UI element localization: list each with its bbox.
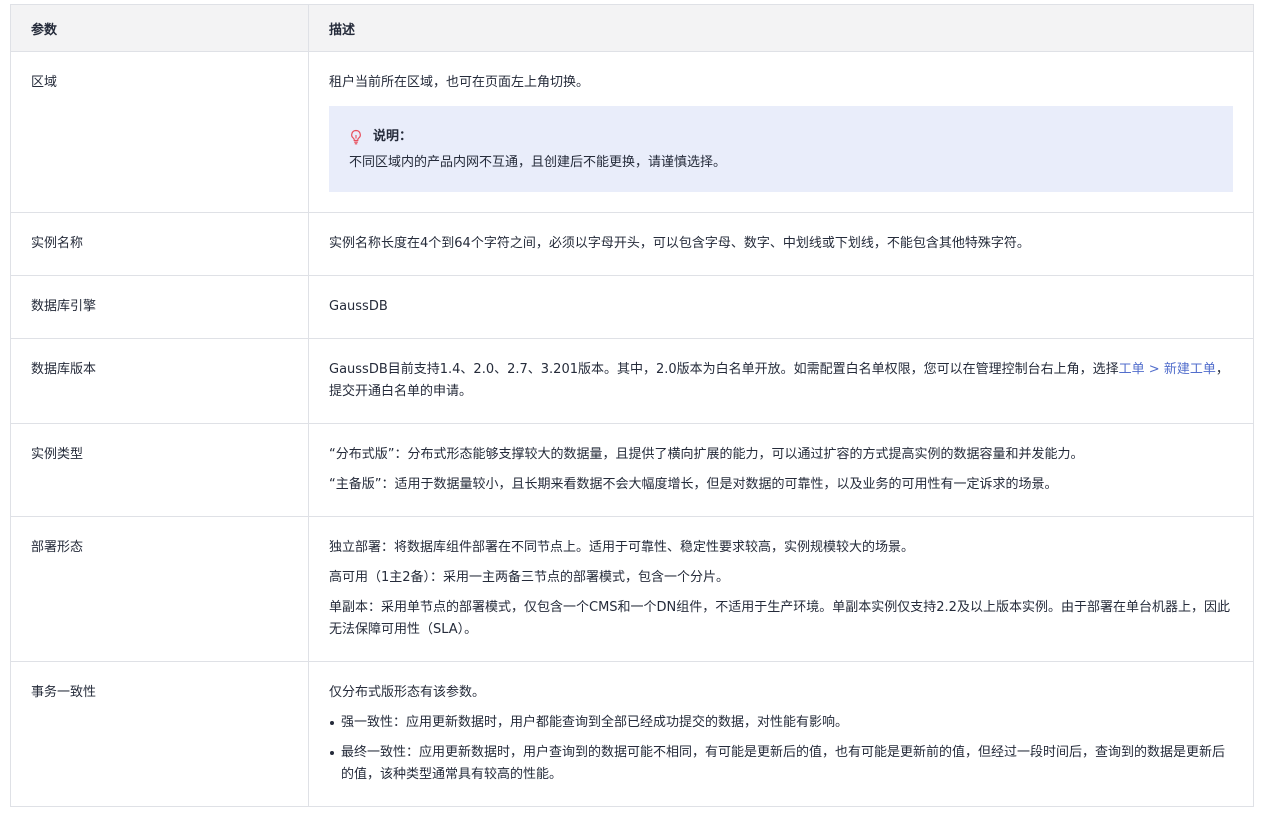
note-text: 不同区域内的产品内网不互通，且创建后不能更换，请谨慎选择。 (349, 155, 727, 170)
param-name: 部署形态 (10, 516, 309, 662)
table-row: 部署形态 独立部署：将数据库组件部署在不同节点上。适用于可靠性、稳定性要求较高，… (10, 516, 1254, 662)
table-row: 区域 租户当前所在区域，也可在页面左上角切换。 说明： 不同区域内的产品内网不互… (10, 51, 1254, 213)
note-box: 说明： 不同区域内的产品内网不互通，且创建后不能更换，请谨慎选择。 (329, 106, 1233, 192)
parameter-table: 参数 描述 区域 租户当前所在区域，也可在页面左上角切换。 说明： 不同区域内的… (10, 4, 1254, 807)
table-row: 数据库版本 GaussDB目前支持1.4、2.0、2.7、3.201版本。其中，… (10, 338, 1254, 424)
param-name: 实例名称 (10, 212, 309, 276)
list-item: 强一致性：应用更新数据时，用户都能查询到全部已经成功提交的数据，对性能有影响。 (329, 712, 1233, 734)
table-row: 实例名称 实例名称长度在4个到64个字符之间，必须以字母开头，可以包含字母、数字… (10, 212, 1254, 276)
lightbulb-icon (351, 129, 361, 145)
desc-intro: 仅分布式版形态有该参数。 (329, 685, 486, 700)
desc-line: 独立部署：将数据库组件部署在不同节点上。适用于可靠性、稳定性要求较高，实例规模较… (329, 540, 915, 555)
ticket-link[interactable]: 工单 > 新建工单 (1119, 362, 1216, 377)
note-title: 说明： (349, 126, 1213, 148)
param-name: 数据库版本 (10, 338, 309, 424)
header-param: 参数 (10, 4, 309, 52)
table-header-row: 参数 描述 (10, 4, 1254, 52)
param-desc: “分布式版”：分布式形态能够支撑较大的数据量，且提供了横向扩展的能力，可以通过扩… (308, 423, 1254, 517)
param-name: 事务一致性 (10, 661, 309, 807)
table-row: 事务一致性 仅分布式版形态有该参数。 强一致性：应用更新数据时，用户都能查询到全… (10, 661, 1254, 807)
param-name: 区域 (10, 51, 309, 213)
list-item: 最终一致性：应用更新数据时，用户查询到的数据可能不相同，有可能是更新后的值，也有… (329, 742, 1233, 786)
table-row: 数据库引擎 GaussDB (10, 275, 1254, 339)
table-row: 实例类型 “分布式版”：分布式形态能够支撑较大的数据量，且提供了横向扩展的能力，… (10, 423, 1254, 517)
desc-line: “主备版”：适用于数据量较小，且长期来看数据不会大幅度增长，但是对数据的可靠性，… (329, 477, 1058, 492)
param-desc: 仅分布式版形态有该参数。 强一致性：应用更新数据时，用户都能查询到全部已经成功提… (308, 661, 1254, 807)
param-desc: 租户当前所在区域，也可在页面左上角切换。 说明： 不同区域内的产品内网不互通，且… (308, 51, 1254, 213)
desc-line: “分布式版”：分布式形态能够支撑较大的数据量，且提供了横向扩展的能力，可以通过扩… (329, 447, 1084, 462)
desc-text-before: GaussDB目前支持1.4、2.0、2.7、3.201版本。其中，2.0版本为… (329, 362, 1119, 377)
param-name: 数据库引擎 (10, 275, 309, 339)
desc-text: 租户当前所在区域，也可在页面左上角切换。 (329, 75, 590, 90)
param-desc: 独立部署：将数据库组件部署在不同节点上。适用于可靠性、稳定性要求较高，实例规模较… (308, 516, 1254, 662)
param-name: 实例类型 (10, 423, 309, 517)
header-desc: 描述 (308, 4, 1254, 52)
parameter-table-container: 参数 描述 区域 租户当前所在区域，也可在页面左上角切换。 说明： 不同区域内的… (10, 4, 1254, 807)
param-desc: GaussDB目前支持1.4、2.0、2.7、3.201版本。其中，2.0版本为… (308, 338, 1254, 424)
desc-line: 单副本：采用单节点的部署模式，仅包含一个CMS和一个DN组件，不适用于生产环境。… (329, 600, 1230, 637)
bullet-list: 强一致性：应用更新数据时，用户都能查询到全部已经成功提交的数据，对性能有影响。 … (329, 712, 1233, 786)
param-desc: 实例名称长度在4个到64个字符之间，必须以字母开头，可以包含字母、数字、中划线或… (308, 212, 1254, 276)
note-title-label: 说明： (373, 129, 413, 144)
param-desc: GaussDB (308, 275, 1254, 339)
desc-line: 高可用（1主2备）：采用一主两备三节点的部署模式，包含一个分片。 (329, 570, 730, 585)
